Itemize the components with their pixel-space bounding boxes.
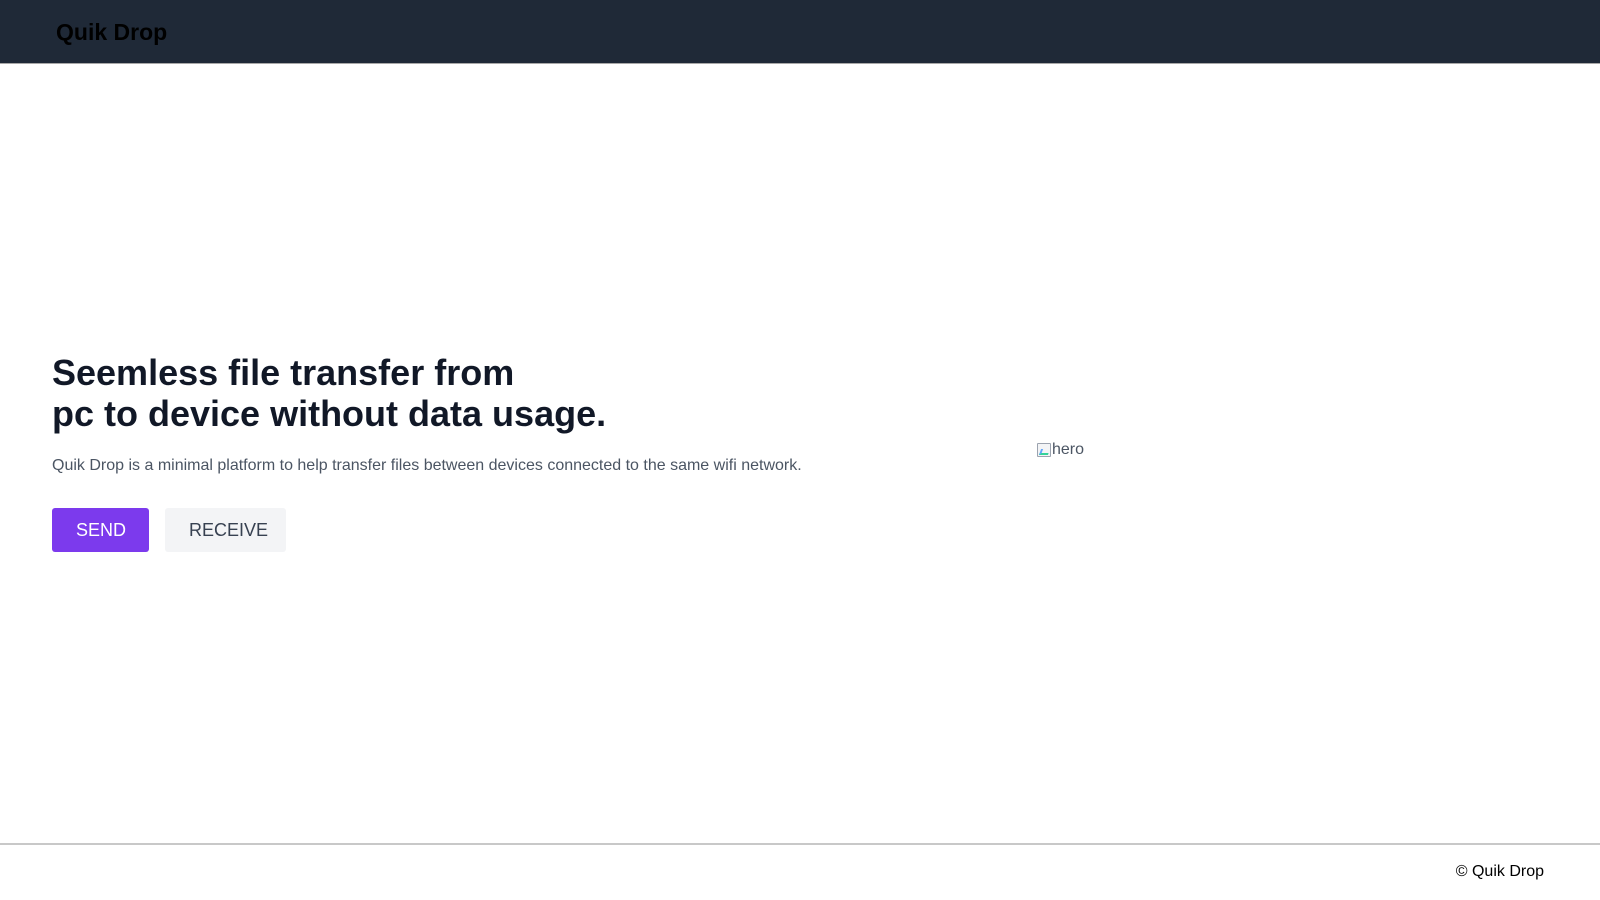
send-button[interactable]: SEND (52, 508, 149, 552)
receive-button[interactable]: RECEIVE (165, 508, 286, 552)
broken-image-icon (1036, 442, 1052, 458)
brand-logo-link[interactable]: Quik Drop (56, 18, 167, 46)
hero-description: Quik Drop is a minimal platform to help … (52, 457, 802, 474)
hero-headline-line-2: pc to device without data usage. (52, 393, 607, 434)
footer-copyright: © Quik Drop (1455, 863, 1544, 880)
hero-actions: SEND RECEIVE (52, 508, 286, 552)
page-footer: © Quik Drop (0, 843, 1600, 900)
hero-text-section: Seemless file transfer from pc to device… (52, 352, 952, 478)
hero-image-alt-text: hero (1052, 441, 1085, 458)
hero-image: hero (1036, 441, 1084, 459)
page: Quik Drop Seemless file transfer from pc… (0, 0, 1600, 900)
top-navbar: Quik Drop (0, 0, 1600, 64)
hero-headline-line-1: Seemless file transfer from (52, 352, 515, 393)
hero-headline: Seemless file transfer from pc to device… (52, 352, 952, 434)
